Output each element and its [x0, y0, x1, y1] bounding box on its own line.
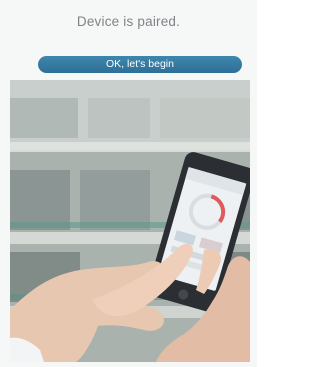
begin-button[interactable]: OK, let's begin [38, 56, 242, 73]
pairing-status-title: Device is paired. [76, 14, 181, 29]
hands-holding-smartphone-photo [10, 80, 250, 362]
pairing-success-screen: Device is paired. OK, let's begin [0, 0, 257, 367]
